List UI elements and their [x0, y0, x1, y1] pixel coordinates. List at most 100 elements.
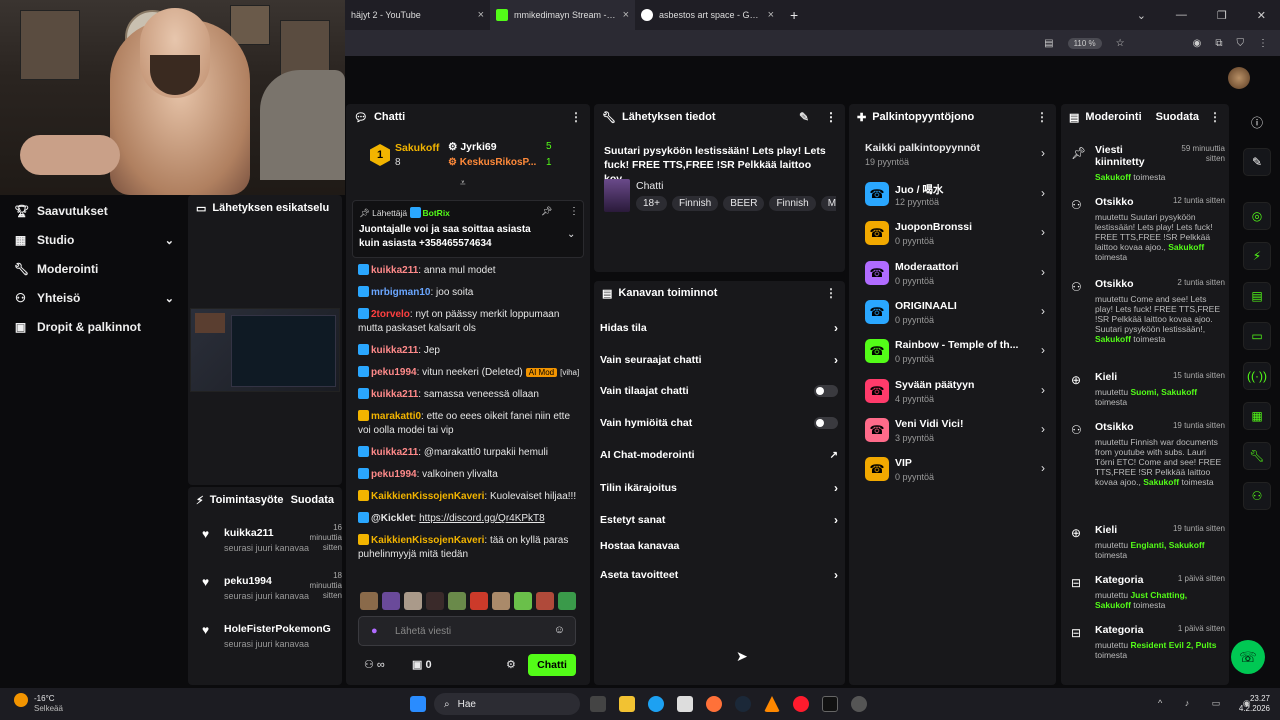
nav-studio[interactable]: ▦ Studio ⌄	[14, 233, 174, 247]
reward-item[interactable]: ☎ Rainbow - Temple of th... 0 pyyntöä ›	[865, 335, 1045, 367]
layout-icon[interactable]: ▦	[1243, 402, 1271, 430]
toggle-switch[interactable]	[814, 417, 838, 429]
close-tab-icon[interactable]: ×	[768, 9, 774, 21]
extensions-icon[interactable]: ⧉	[1215, 38, 1222, 49]
store-icon[interactable]	[677, 696, 693, 712]
firefox-icon[interactable]	[706, 696, 722, 712]
channel-action-item[interactable]: Estetyt sanat ›	[600, 513, 838, 527]
tag-chip[interactable]: Finnish	[671, 196, 719, 211]
bolt-icon[interactable]: ⚡︎	[1243, 242, 1271, 270]
close-tab-icon[interactable]: ×	[623, 9, 629, 21]
opera-icon[interactable]	[793, 696, 809, 712]
mic-icon[interactable]: ●	[371, 625, 378, 637]
all-rewards-item[interactable]: Kaikki palkintopyynnöt 19 pyyntöä ›	[865, 142, 1045, 167]
tag-chip[interactable]: Mo	[820, 196, 836, 211]
emote-icon[interactable]	[404, 592, 422, 610]
menu-icon[interactable]: ⋮	[1258, 38, 1268, 49]
filter-button[interactable]: Suodata	[1156, 111, 1199, 123]
emote-icon[interactable]	[360, 592, 378, 610]
tag-chip[interactable]: BEER	[723, 196, 765, 211]
category-name[interactable]: Chatti	[636, 180, 663, 192]
category-thumbnail[interactable]	[604, 179, 630, 212]
more-icon[interactable]: ⋮	[825, 110, 837, 124]
channel-action-item[interactable]: Aseta tavoitteet ›	[600, 568, 838, 582]
reward-item[interactable]: ☎ ORIGINAALI 0 pyyntöä ›	[865, 296, 1045, 328]
reward-item[interactable]: ☎ Syvään päätyyn 4 pyyntöä ›	[865, 375, 1045, 407]
info-icon[interactable]: ⓘ	[1243, 108, 1271, 136]
channel-action-item[interactable]: Tilin ikärajoitus ›	[600, 481, 838, 495]
pinned-more-icon[interactable]: ⋮	[569, 206, 579, 217]
terminal-icon[interactable]	[822, 696, 838, 712]
obs-icon[interactable]	[851, 696, 867, 712]
reward-item[interactable]: ☎ VIP 0 pyyntöä ›	[865, 453, 1045, 485]
chevron-down-icon[interactable]: ⌄	[165, 292, 174, 305]
edit-icon[interactable]: ✎	[1243, 148, 1271, 176]
maximize-icon[interactable]: ❐	[1217, 9, 1227, 22]
chat-username[interactable]: 2torvelo	[371, 309, 410, 320]
chat-username[interactable]: marakatti0	[371, 411, 421, 422]
chat-username[interactable]: KaikkienKissojenKaveri	[371, 535, 484, 546]
edit-pencil-icon[interactable]: ✎	[799, 110, 809, 124]
reward-item[interactable]: ☎ Juo / 喝水 12 pyyntöä ›	[865, 178, 1045, 210]
tab-list-icon[interactable]: ⌄	[1137, 9, 1146, 22]
emote-icon[interactable]	[514, 592, 532, 610]
edge-icon[interactable]	[648, 696, 664, 712]
chat-username[interactable]: mrbigman10	[371, 287, 430, 298]
chat-username[interactable]: kuikka211	[371, 447, 418, 458]
support-chat-icon[interactable]: ☏	[1231, 640, 1265, 674]
emoji-icon[interactable]: ☺	[554, 624, 565, 636]
browser-tab-google[interactable]: asbestos art space - Google-ha×	[635, 0, 780, 30]
reader-icon[interactable]: ▤	[1044, 38, 1053, 49]
reward-item[interactable]: ☎ Moderaattori 0 pyyntöä ›	[865, 257, 1045, 289]
avatar[interactable]	[1228, 67, 1250, 89]
tag-chip[interactable]: 18+	[636, 196, 667, 211]
send-chat-button[interactable]: Chatti	[528, 654, 576, 676]
reward-item[interactable]: ☎ Veni Vidi Vici! 3 pyyntöä ›	[865, 414, 1045, 446]
channel-action-item[interactable]: Hidas tila ›	[600, 321, 838, 335]
file-explorer-icon[interactable]	[619, 696, 635, 712]
channel-action-item[interactable]: Vain tilaajat chatti	[600, 385, 838, 397]
toggle-switch[interactable]	[814, 385, 838, 397]
chat-username[interactable]: kuikka211	[371, 345, 418, 356]
more-icon[interactable]: ⋮	[570, 110, 582, 124]
nav-achievements[interactable]: 🏆︎ Saavutukset	[14, 204, 174, 218]
windows-start-icon[interactable]	[410, 696, 426, 712]
stream-preview-image[interactable]	[190, 308, 340, 392]
tag-chip[interactable]: Finnish	[769, 196, 816, 211]
steam-icon[interactable]	[735, 696, 751, 712]
weather-icon[interactable]	[14, 693, 28, 707]
more-icon[interactable]: ⋮	[1036, 110, 1048, 124]
reward-item[interactable]: ☎ JuoponBronssi 0 pyyntöä ›	[865, 217, 1045, 249]
close-tab-icon[interactable]: ×	[478, 9, 484, 21]
minimize-icon[interactable]: —	[1176, 9, 1187, 22]
vlc-icon[interactable]	[764, 696, 780, 712]
emote-icon[interactable]	[426, 592, 444, 610]
leader-name[interactable]: ⚙︎ KeskusRikosP...	[448, 157, 536, 168]
nav-drops[interactable]: ▣ Dropit & palkinnot	[14, 320, 174, 334]
document-icon[interactable]: ▤	[1243, 282, 1271, 310]
more-icon[interactable]: ⋮	[1209, 110, 1221, 124]
settings-gear-icon[interactable]: ⚙︎	[506, 658, 516, 671]
task-view-icon[interactable]	[590, 696, 606, 712]
wrench-icon[interactable]: 🔧︎	[1243, 442, 1271, 470]
community-icon[interactable]: ⚇	[1243, 482, 1271, 510]
chevron-down-icon[interactable]: ⌄	[567, 229, 575, 240]
close-window-icon[interactable]: ✕	[1257, 9, 1266, 22]
chat-username[interactable]: kuikka211	[371, 265, 418, 276]
emote-icon[interactable]	[448, 592, 466, 610]
chat-username[interactable]: peku1994	[371, 469, 417, 480]
camera-icon[interactable]: ◎	[1243, 202, 1271, 230]
broadcast-icon[interactable]: ((·))	[1243, 362, 1271, 390]
emote-icon[interactable]	[470, 592, 488, 610]
nav-community[interactable]: ⚇ Yhteisö ⌄	[14, 291, 174, 305]
unpin-icon[interactable]: 📌︎	[541, 206, 552, 217]
chat-input[interactable]: ● Lähetä viesti ☺	[358, 616, 576, 646]
zoom-level[interactable]: 110 %	[1067, 37, 1102, 49]
nav-moderation[interactable]: 🔧︎ Moderointi	[14, 262, 174, 276]
channel-action-item[interactable]: Vain seuraajat chatti ›	[600, 353, 838, 367]
chat-text[interactable]: https://discord.gg/Qr4KPkT8	[419, 513, 545, 524]
gift-icon[interactable]: ▣	[412, 659, 425, 671]
emote-icon[interactable]	[558, 592, 576, 610]
bookmark-star-icon[interactable]: ☆	[1116, 38, 1125, 49]
channel-action-item[interactable]: Hostaa kanavaa	[600, 540, 838, 552]
